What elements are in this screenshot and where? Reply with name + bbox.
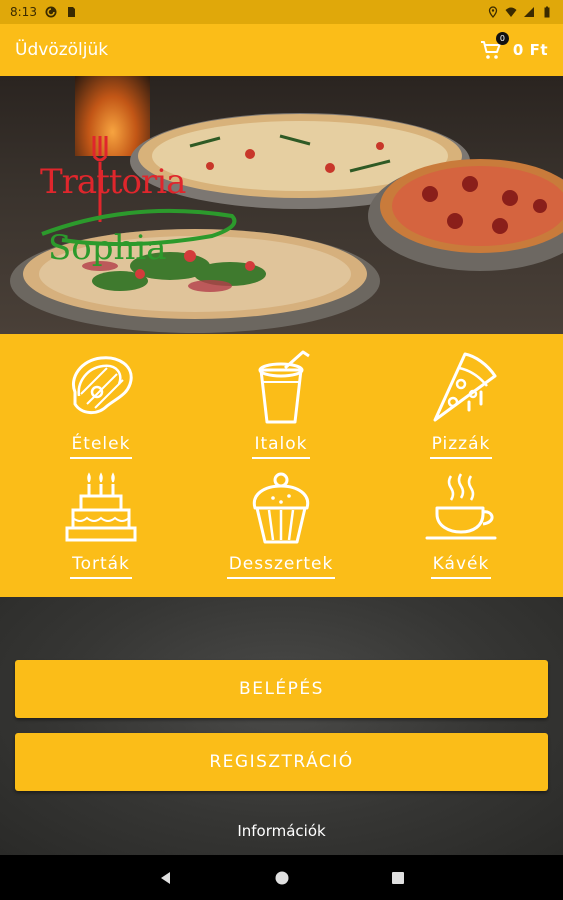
category-label: Torták (70, 554, 132, 579)
info-link[interactable]: Információk (0, 822, 563, 840)
drink-cup-icon (258, 350, 310, 424)
cart-count-badge: 0 (495, 32, 509, 45)
pizza-photo (10, 113, 563, 333)
hero-image: Trattoria Sophia (0, 76, 563, 334)
category-label: Italok (252, 434, 310, 459)
home-icon[interactable] (274, 870, 290, 886)
category-label: Ételek (69, 434, 133, 459)
battery-icon (544, 6, 550, 18)
signal-icon (524, 7, 534, 17)
system-nav-bar (0, 855, 563, 900)
steak-icon (72, 356, 133, 414)
status-bar: 8:13 (0, 0, 563, 24)
category-label: Desszertek (226, 554, 336, 579)
location-icon (488, 6, 498, 18)
wifi-icon (505, 7, 517, 17)
back-icon[interactable] (158, 870, 174, 886)
category-kavek[interactable]: Kávék (381, 468, 541, 588)
pocket-casts-icon (45, 6, 57, 18)
category-pizzak[interactable]: Pizzák (381, 348, 541, 468)
category-italok[interactable]: Italok (201, 348, 361, 468)
coffee-cup-icon (425, 473, 497, 540)
status-time: 8:13 (10, 5, 37, 19)
cupcake-icon (252, 472, 310, 544)
category-etelek[interactable]: Ételek (21, 348, 181, 468)
category-tortak[interactable]: Torták (21, 468, 181, 588)
sim-card-icon (67, 7, 75, 17)
cart-button[interactable]: 0 0 Ft (479, 32, 548, 62)
logo-sophia: Sophia (48, 228, 167, 268)
cart-total[interactable]: 0 Ft (513, 41, 548, 59)
recents-icon[interactable] (390, 870, 406, 886)
app-title: Üdvözöljük (15, 40, 109, 60)
app-bar: Üdvözöljük 0 0 Ft (0, 24, 563, 76)
pizza-slice-icon (433, 352, 497, 422)
category-grid: Ételek Italok Pizzák Torták Desszertek K… (0, 334, 563, 597)
login-button[interactable]: BELÉPÉS (15, 660, 548, 718)
register-button[interactable]: REGISZTRÁCIÓ (15, 733, 548, 791)
logo-trattoria: Trattoria (40, 162, 186, 202)
cake-icon (65, 472, 137, 542)
category-label: Pizzák (429, 434, 493, 459)
category-desszertek[interactable]: Desszertek (201, 468, 361, 588)
actions-panel: BELÉPÉS REGISZTRÁCIÓ Információk (0, 597, 563, 855)
category-label: Kávék (430, 554, 492, 579)
